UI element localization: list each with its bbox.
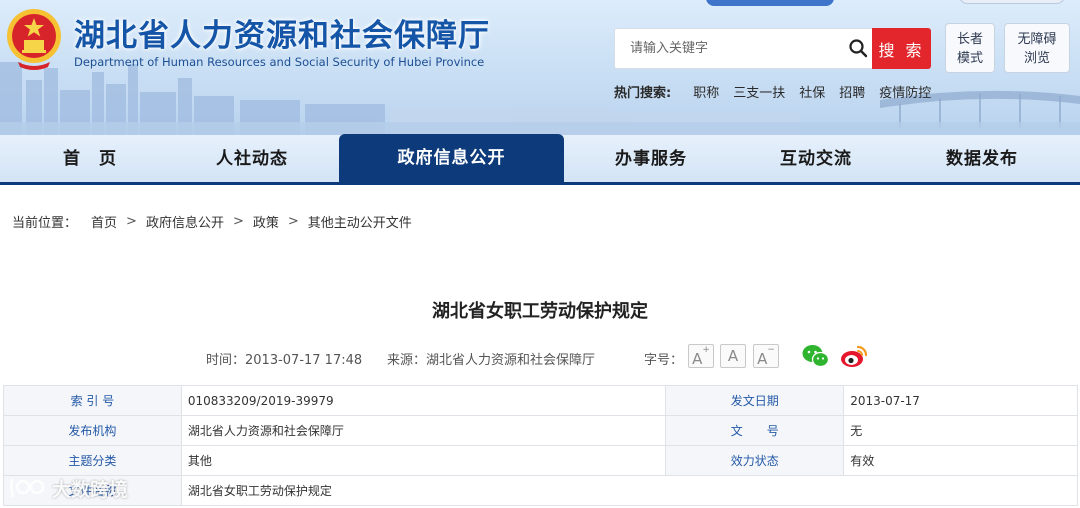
breadcrumb: 当前位置： 首页 > 政府信息公开 > 政策 > 其他主动公开文件 — [12, 212, 412, 231]
hot-search-item[interactable]: 疫情防控 — [879, 82, 931, 101]
issue-date-value: 2013-07-17 — [843, 385, 1078, 416]
watermark-logo-icon — [9, 478, 45, 498]
elder-mode-button[interactable]: 长者 模式 — [945, 23, 995, 73]
validity-status-value: 有效 — [843, 445, 1078, 476]
breadcrumb-separator: > — [287, 214, 299, 229]
article-source: 来源：湖北省人力资源和社会保障厅 — [387, 353, 596, 368]
site-subtitle: Department of Human Resources and Social… — [74, 55, 485, 69]
nav-item-services[interactable]: 办事服务 — [565, 135, 737, 182]
watermark-text: 大数跨境 — [52, 478, 129, 501]
nav-item-interaction[interactable]: 互动交流 — [730, 135, 902, 182]
table-row: 发布机构 湖北省人力资源和社会保障厅 文 号 无 — [3, 415, 1078, 446]
hot-search-item[interactable]: 职称 — [693, 82, 719, 101]
index-number-value: 010833209/2019-39979 — [180, 385, 667, 416]
wechat-icon[interactable] — [802, 344, 829, 368]
search-input[interactable] — [614, 28, 872, 69]
nav-item-news[interactable]: 人社动态 — [164, 135, 340, 182]
hot-search-item[interactable]: 招聘 — [839, 82, 865, 101]
font-increase-button[interactable]: A+ — [688, 344, 714, 368]
publisher-value: 湖北省人力资源和社会保障厅 — [180, 415, 667, 446]
hot-search: 热门搜索: 职称 三支一扶 社保 招聘 疫情防控 — [614, 82, 945, 101]
font-size-label: 字号： — [644, 353, 684, 368]
minus-icon: − — [767, 345, 775, 355]
table-row: 索 引 号 010833209/2019-39979 发文日期 2013-07-… — [3, 385, 1078, 416]
breadcrumb-link-gov-info[interactable]: 政府信息公开 — [146, 212, 224, 231]
plus-icon: + — [702, 345, 710, 355]
hot-search-item[interactable]: 三支一扶 — [733, 82, 785, 101]
site-title: 湖北省人力资源和社会保障厅 — [74, 18, 490, 54]
table-row: 文件名称 湖北省女职工劳动保护规定 — [3, 475, 1079, 506]
document-number-value: 无 — [843, 415, 1078, 446]
weibo-icon[interactable] — [840, 344, 868, 368]
table-row: 主题分类 其他 效力状态 有效 — [3, 445, 1078, 476]
publisher-label: 发布机构 — [3, 415, 182, 446]
article-title: 湖北省女职工劳动保护规定 — [432, 301, 648, 322]
issue-date-label: 发文日期 — [665, 385, 845, 416]
top-link-tab[interactable] — [706, 0, 834, 6]
topic-label: 主题分类 — [3, 445, 182, 476]
font-reset-button[interactable]: A — [720, 344, 746, 368]
article-meta: 时间：2013-07-17 17:48 来源：湖北省人力资源和社会保障厅 字号：… — [0, 340, 1080, 372]
topic-value: 其他 — [180, 445, 667, 476]
accessible-browse-button[interactable]: 无障碍 浏览 — [1004, 23, 1070, 73]
breadcrumb-separator: > — [232, 214, 244, 229]
breadcrumb-link-other-files[interactable]: 其他主动公开文件 — [308, 212, 412, 231]
breadcrumb-label: 当前位置： — [12, 216, 78, 231]
hot-search-label: 热门搜索: — [614, 86, 672, 101]
document-number-label: 文 号 — [665, 415, 845, 446]
validity-status-label: 效力状态 — [665, 445, 845, 476]
hot-search-item[interactable]: 社保 — [799, 82, 825, 101]
site-header: 湖北省人力资源和社会保障厅 Department of Human Resour… — [0, 0, 1080, 135]
main-nav: 首 页 人社动态 政府信息公开 办事服务 互动交流 数据发布 — [0, 134, 1080, 185]
search-icon[interactable] — [848, 38, 868, 58]
breadcrumb-link-policy[interactable]: 政策 — [253, 212, 279, 231]
breadcrumb-link-home[interactable]: 首页 — [91, 212, 117, 231]
nav-item-data[interactable]: 数据发布 — [896, 135, 1068, 182]
nav-item-home[interactable]: 首 页 — [0, 135, 180, 182]
nav-item-gov-info[interactable]: 政府信息公开 — [339, 134, 564, 183]
top-tab-right[interactable] — [958, 0, 1066, 4]
publish-time: 时间：2013-07-17 17:48 — [206, 353, 363, 368]
national-emblem-icon — [7, 9, 61, 70]
search-button[interactable]: 搜 索 — [872, 28, 931, 69]
breadcrumb-separator: > — [126, 214, 137, 229]
index-number-label: 索 引 号 — [3, 385, 182, 416]
font-decrease-button[interactable]: A− — [753, 344, 779, 368]
watermark: 大数跨境 — [8, 473, 128, 503]
document-info-table: 索 引 号 010833209/2019-39979 发文日期 2013-07-… — [3, 385, 1079, 506]
document-name-value: 湖北省女职工劳动保护规定 — [180, 475, 1079, 506]
